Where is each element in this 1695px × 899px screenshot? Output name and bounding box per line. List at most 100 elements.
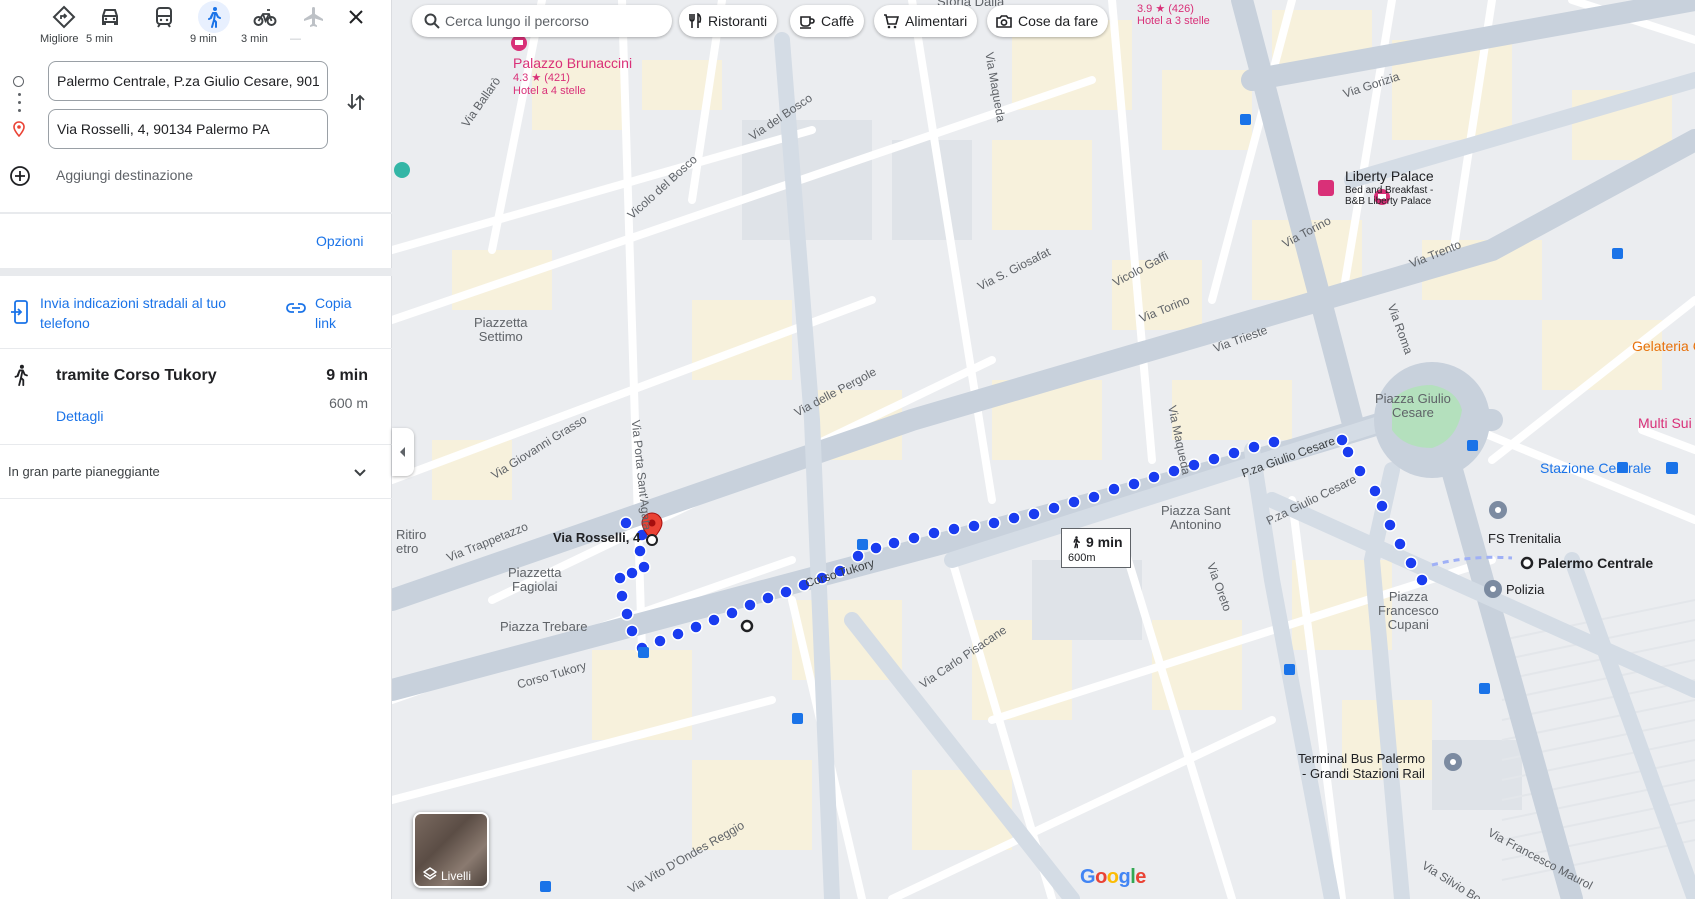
transit-icon [156,7,172,28]
car-icon [102,9,118,25]
park-icon [394,162,410,178]
train-station-icon [1666,462,1678,474]
cafe-icon [800,16,815,29]
add-destination-row[interactable]: Aggiungi destinazione [0,162,392,188]
options-link[interactable]: Opzioni [316,233,363,249]
route-search-box[interactable] [412,5,672,37]
chip-things-to-do-label: Cose da fare [1018,13,1099,29]
mode-transit-button[interactable] [140,2,188,32]
map-label-piazza-giulio: Piazza Giulio Cesare [1375,391,1451,420]
divider [0,268,392,276]
trenitalia-pin-icon [1489,501,1507,519]
travel-mode-bar: Migliore 5 min 9 min 3 min — [0,0,392,50]
chip-groceries-label: Alimentari [905,13,968,29]
map-label-piazza-cupani: Piazza Francesco Cupani [1378,589,1439,632]
close-directions-button[interactable] [343,4,369,30]
map-label-palazzo[interactable]: Palazzo Brunaccini [513,55,632,71]
layers-icon [423,867,437,880]
mode-walk-label: 9 min [190,33,217,45]
chevron-down-icon [354,469,366,477]
route-distance: 600 m [329,395,368,411]
map-label-polizia[interactable]: Polizia [1506,582,1544,597]
bus-terminal-pin-icon [1444,753,1462,771]
walk-icon [14,364,28,386]
chip-things-to-do[interactable]: Cose da fare [987,5,1109,37]
divider [0,348,392,349]
close-icon [349,10,363,24]
route-name: tramite Corso Tukory [56,367,217,384]
send-to-phone-link[interactable]: Invia indicazioni stradali al tuo telefo… [40,293,260,333]
mode-car-button[interactable]: 5 min [86,2,134,45]
mode-walk-button[interactable]: 9 min [190,1,238,45]
add-circle-icon [10,166,30,186]
chip-groceries[interactable]: Alimentari [874,5,978,37]
map-canvas[interactable]: Palazzo Brunaccini 4.3 ★ (421) Hotel a 4… [392,0,1695,899]
map-label-liberty[interactable]: Liberty Palace [1345,168,1434,184]
divider [0,444,392,445]
add-destination-label: Aggiungi destinazione [56,167,193,183]
destination-input[interactable] [48,109,328,149]
flight-icon [304,7,323,27]
destination-row [0,109,392,149]
google-logo: Google [1080,866,1146,888]
map-label-top-type: Hotel a 3 stelle [1137,15,1210,27]
chip-restaurants-label: Ristoranti [708,13,768,29]
map-label-trenitalia[interactable]: FS Trenitalia [1488,531,1561,546]
destination-pin-icon [13,121,25,137]
origin-marker [1520,556,1534,570]
map-label-gelateria[interactable]: Gelateria C [1632,338,1695,354]
mode-best-button[interactable]: Migliore [40,2,88,45]
police-pin-icon [1484,580,1502,598]
send-to-phone-icon [11,300,28,324]
hotel-pin-icon [511,35,527,51]
mode-bike-label: 3 min [241,33,268,45]
origin-row [0,61,392,101]
map-label-stazione[interactable]: Stazione Centrale [1540,460,1651,476]
chip-restaurants[interactable]: Ristoranti [679,5,778,37]
origin-circle-icon [13,76,24,87]
waypoint-marker [740,619,754,633]
copy-link-button[interactable]: Copia link [315,293,375,333]
route-search-input[interactable] [445,5,655,37]
search-icon [424,13,440,29]
map-label-palazzo-type: Hotel a 4 stelle [513,85,586,97]
route-details-link[interactable]: Dettagli [56,408,103,424]
bnb-icon [1318,180,1334,196]
route-option[interactable]: tramite Corso Tukory 9 min 600 m Dettagl… [0,360,392,440]
map-label-piazza-sant: Piazza Sant Antonino [1161,503,1231,532]
best-route-icon [52,5,76,29]
mode-bike-button[interactable]: 3 min [241,2,289,45]
map-label-terminal1[interactable]: Terminal Bus Palermo [1298,751,1425,766]
route-duration: 9 min [326,367,368,384]
share-row: Invia indicazioni stradali al tuo telefo… [0,290,392,346]
layers-button[interactable]: Livelli [413,812,489,888]
map-label-via-rosselli[interactable]: Via Rosselli, 4 [553,530,640,545]
directions-panel: Migliore 5 min 9 min 3 min — Palermo Cen… [0,0,392,899]
map-label-settimo: Piazzetta Settimo [474,315,528,344]
divider [0,212,392,214]
camera-icon [996,15,1012,28]
walk-icon [1073,536,1080,549]
mode-flight-button[interactable]: — [290,2,338,45]
terrain-label: In gran parte pianeggiante [8,464,160,479]
walk-icon [208,7,221,28]
origin-input[interactable] [48,61,328,101]
callout-distance: 600m [1068,552,1096,564]
collapse-panel-button[interactable] [392,428,414,476]
chip-cafes-label: Caffè [821,13,855,29]
callout-duration: 9 min [1086,534,1123,550]
terrain-expander[interactable]: In gran parte pianeggiante [0,452,392,496]
cart-icon [884,14,899,29]
map-label-liberty-sub1: Bed and Breakfast - [1345,185,1434,196]
map-label-palermo-centrale[interactable]: Palermo Centrale [1538,555,1653,571]
map-label-multi[interactable]: Multi Sui [1638,415,1692,431]
chip-cafes[interactable]: Caffè [790,5,865,37]
restaurant-icon [689,13,702,28]
layers-label: Livelli [441,869,472,883]
mode-best-label: Migliore [40,33,79,45]
mode-flight-label: — [290,33,301,45]
route-duration-callout[interactable]: 9 min 600m [1061,528,1131,568]
map-label-fagiolai: Piazzetta Fagiolai [508,565,562,594]
divider [0,498,392,499]
map-label-liberty-sub2: B&B Liberty Palace [1345,196,1432,207]
